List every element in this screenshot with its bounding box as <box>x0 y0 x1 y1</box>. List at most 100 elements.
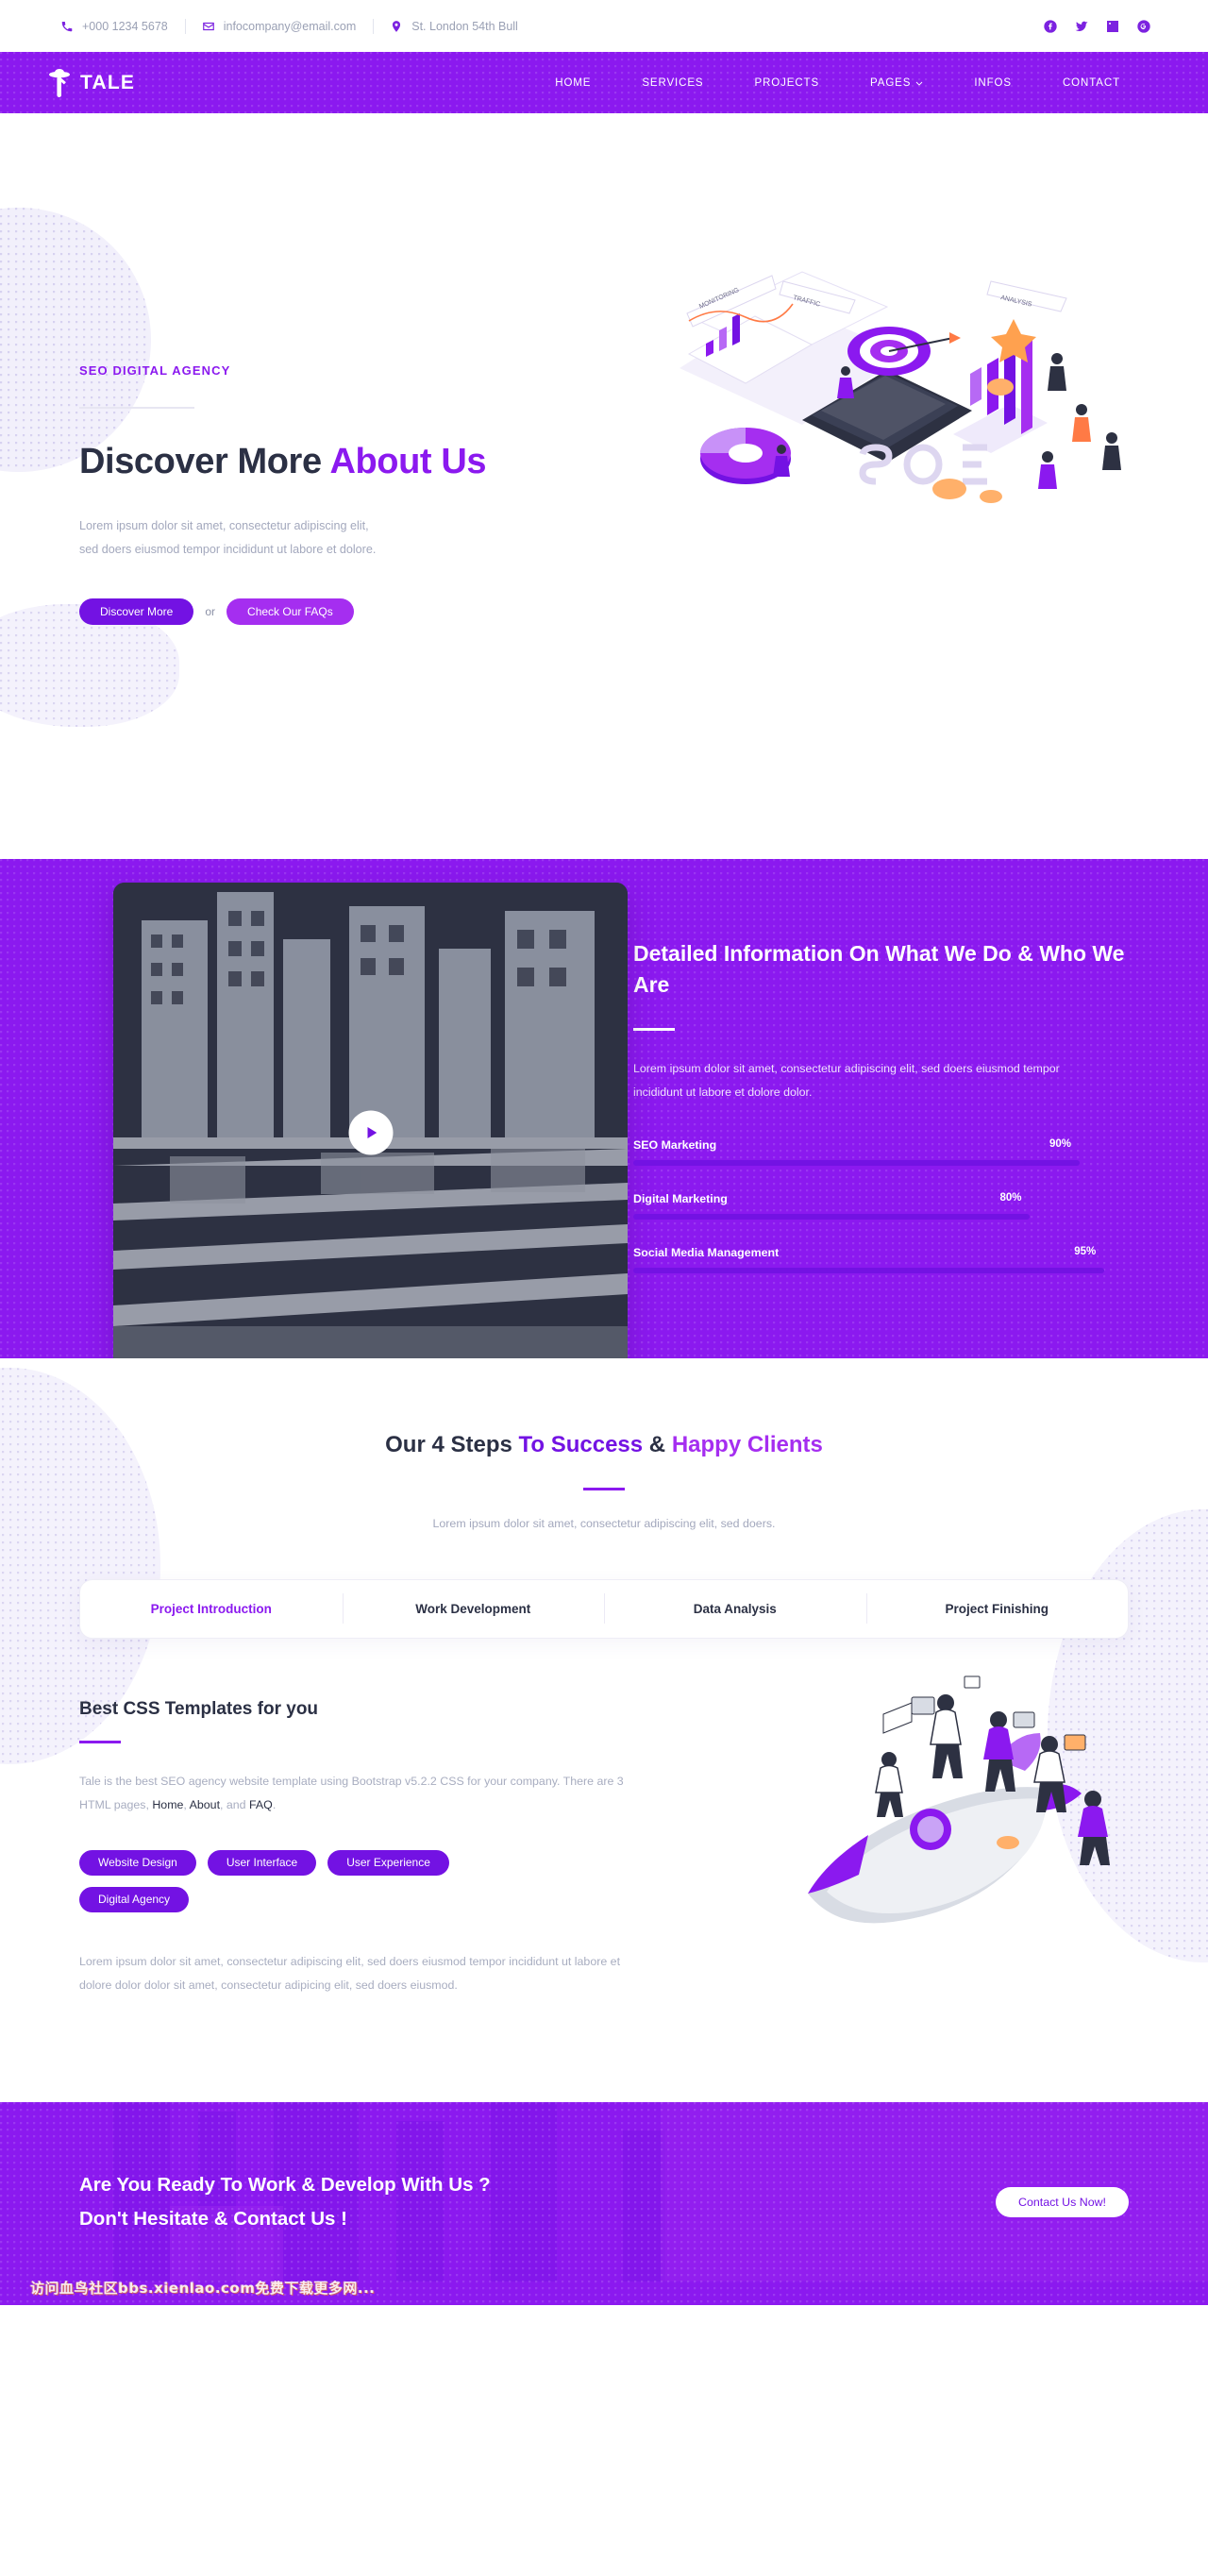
nav-item-home-label: HOME <box>555 76 592 89</box>
topbar-contact-group: +000 1234 5678 infocompany@email.com St.… <box>42 20 535 33</box>
steps-tab-card: Project Introduction Work Development Da… <box>79 1578 1129 1639</box>
hero-text-block: SEO DIGITAL AGENCY Discover More About U… <box>79 113 608 626</box>
steps-title-mid: & <box>643 1431 672 1457</box>
panel-paragraph: Tale is the best SEO agency website temp… <box>79 1770 646 1818</box>
panel-divider <box>79 1740 121 1743</box>
skill-fill <box>633 1267 1104 1273</box>
skill-bars: SEO Marketing 90% Digital Marketing 80% <box>633 1138 1129 1273</box>
detail-text-block: Detailed Information On What We Do & Who… <box>633 916 1129 1273</box>
cta-title: Are You Ready To Work & Develop With Us … <box>79 2168 491 2236</box>
steps-divider <box>583 1487 625 1490</box>
skill-label: Digital Marketing <box>633 1191 728 1205</box>
seo-isometric-illustration: MONITORING TRAFFIC ANALYSIS <box>670 264 1161 510</box>
facebook-icon[interactable] <box>1043 19 1058 34</box>
pill-digital-agency[interactable]: Digital Agency <box>79 1886 190 1912</box>
skill-percent: 80% <box>999 1191 1022 1204</box>
nav-item-services-label: SERVICES <box>642 76 704 89</box>
topbar-address[interactable]: St. London 54th Bull <box>373 20 535 33</box>
tab-data-analysis[interactable]: Data Analysis <box>604 1580 866 1638</box>
nav-links: HOME SERVICES PROJECTS PAGES INFOS CONTA… <box>529 77 1166 89</box>
video-card[interactable] <box>113 883 628 1383</box>
detail-title: Detailed Information On What We Do & Who… <box>633 941 1125 997</box>
skill-percent: 95% <box>1074 1245 1097 1257</box>
map-pin-icon <box>390 20 403 33</box>
cta-line-1: Are You Ready To Work & Develop With Us … <box>79 2173 491 2196</box>
skill-seo-marketing: SEO Marketing 90% <box>633 1138 1129 1166</box>
steps-title: Our 4 Steps To Success & Happy Clients <box>79 1432 1129 1458</box>
topbar-phone[interactable]: +000 1234 5678 <box>42 20 185 33</box>
watermark-text: 访问血鸟社区bbs.xienlao.com免费下载更多网... <box>30 2280 376 2298</box>
nav-item-infos-label: INFOS <box>974 76 1012 89</box>
panel-tag-pills: Website Design User Interface User Exper… <box>79 1849 561 1912</box>
hero-divider <box>79 407 194 409</box>
detail-divider <box>633 1028 675 1032</box>
link-faq[interactable]: FAQ <box>249 1798 273 1811</box>
nav-item-home[interactable]: HOME <box>529 77 616 89</box>
cta-section: Are You Ready To Work & Develop With Us … <box>0 2101 1208 2306</box>
steps-title-part0: Our 4 Steps <box>385 1431 519 1457</box>
topbar-email[interactable]: infocompany@email.com <box>185 20 374 33</box>
skill-social-media-management: Social Media Management 95% <box>633 1246 1129 1273</box>
skill-percent: 90% <box>1049 1137 1072 1150</box>
steps-title-part1: To Success <box>518 1431 644 1457</box>
pill-website-design[interactable]: Website Design <box>79 1849 196 1876</box>
steps-title-part2: Happy Clients <box>671 1431 823 1457</box>
phone-icon <box>60 20 74 33</box>
hero-title-plain: Discover More <box>79 442 330 481</box>
topbar-email-text: infocompany@email.com <box>223 19 357 33</box>
pill-user-interface[interactable]: User Interface <box>207 1849 317 1876</box>
nav-item-pages[interactable]: PAGES <box>845 77 948 89</box>
panel-text-c: , and <box>220 1798 250 1812</box>
linkedin-icon[interactable] <box>1105 19 1120 34</box>
hat-person-logo-icon <box>45 67 74 99</box>
panel-text-d: . <box>272 1798 277 1812</box>
panel-title: Best CSS Templates for you <box>79 1698 319 1719</box>
chevron-down-icon <box>915 79 923 87</box>
topbar-address-text: St. London 54th Bull <box>411 19 518 33</box>
steps-section: Our 4 Steps To Success & Happy Clients L… <box>0 1357 1208 2102</box>
hero-paragraph: Lorem ipsum dolor sit amet, consectetur … <box>79 518 377 557</box>
steps-tabs: Project Introduction Work Development Da… <box>80 1580 1128 1638</box>
detailed-info-section: Detailed Information On What We Do & Who… <box>0 859 1208 1383</box>
nav-item-contact[interactable]: CONTACT <box>1037 77 1146 89</box>
social-links <box>1043 19 1166 34</box>
skill-fill <box>633 1213 1030 1220</box>
tab-work-development[interactable]: Work Development <box>343 1580 605 1638</box>
tab-project-finishing[interactable]: Project Finishing <box>866 1580 1129 1638</box>
link-about[interactable]: About <box>190 1798 220 1811</box>
tab-project-introduction[interactable]: Project Introduction <box>80 1580 343 1638</box>
hero-section: SEO DIGITAL AGENCY Discover More About U… <box>0 113 1208 859</box>
pill-user-experience[interactable]: User Experience <box>327 1849 449 1876</box>
skill-digital-marketing: Digital Marketing 80% <box>633 1192 1129 1220</box>
tab-panel-project-introduction: Best CSS Templates for you Tale is the b… <box>79 1639 1129 1998</box>
hero-title-accent: About Us <box>329 442 487 481</box>
check-faqs-button[interactable]: Check Our FAQs <box>226 598 354 626</box>
brand-name: TALE <box>80 71 136 93</box>
rocket-business-team-illustration <box>770 1658 1148 1931</box>
hero-title: Discover More About Us <box>79 441 608 484</box>
link-home[interactable]: Home <box>152 1798 183 1811</box>
brand-logo[interactable]: TALE <box>42 67 135 99</box>
nav-item-infos[interactable]: INFOS <box>948 77 1037 89</box>
skill-track <box>633 1213 1129 1220</box>
nav-item-projects-label: PROJECTS <box>754 76 820 89</box>
cta-line-2: Don't Hesitate & Contact Us ! <box>79 2207 347 2230</box>
skill-label: Social Media Management <box>633 1245 780 1259</box>
skill-track <box>633 1267 1129 1273</box>
top-contact-bar: +000 1234 5678 infocompany@email.com St.… <box>0 0 1208 52</box>
nav-item-projects[interactable]: PROJECTS <box>730 77 846 89</box>
discover-more-button[interactable]: Discover More <box>79 598 194 626</box>
twitter-icon[interactable] <box>1074 19 1089 34</box>
google-plus-icon[interactable] <box>1136 19 1151 34</box>
skill-label: SEO Marketing <box>633 1137 717 1152</box>
hero-actions: Discover More or Check Our FAQs <box>79 598 608 626</box>
nav-item-services[interactable]: SERVICES <box>616 77 729 89</box>
play-icon[interactable] <box>348 1110 393 1155</box>
envelope-icon <box>202 20 215 33</box>
nav-item-pages-label: PAGES <box>870 76 912 89</box>
contact-us-now-button[interactable]: Contact Us Now! <box>996 2186 1129 2217</box>
skill-fill <box>633 1159 1080 1166</box>
steps-subtitle: Lorem ipsum dolor sit amet, consectetur … <box>432 1516 776 1530</box>
hero-eyebrow: SEO DIGITAL AGENCY <box>79 363 231 378</box>
nav-item-contact-label: CONTACT <box>1062 76 1120 89</box>
